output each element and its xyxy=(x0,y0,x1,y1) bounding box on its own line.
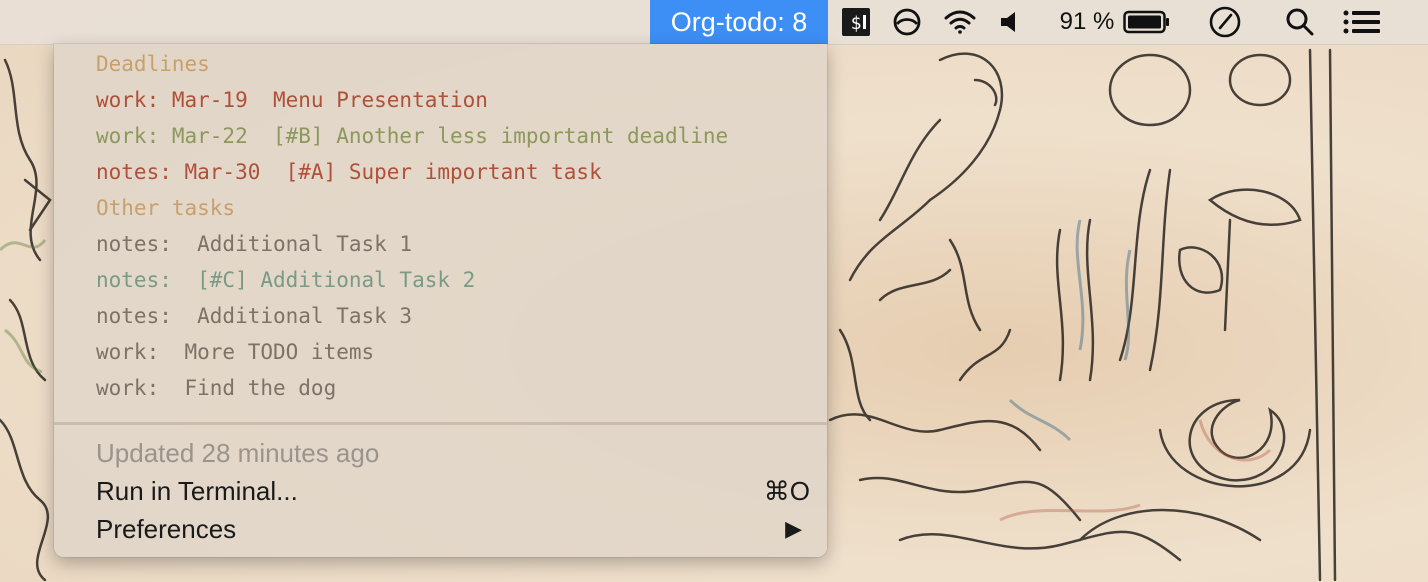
notification-center-icon[interactable] xyxy=(1340,0,1384,44)
creative-cloud-icon[interactable] xyxy=(888,0,926,44)
todo-item[interactable]: notes: Additional Task 1 xyxy=(96,226,728,262)
section-heading-other-tasks: Other tasks xyxy=(96,196,236,220)
terminal-icon[interactable]: $ xyxy=(838,0,874,44)
todo-item[interactable]: work: Mar-19 Menu Presentation xyxy=(96,82,728,118)
menu-bar: Org-todo: 8 $ 91 % xyxy=(0,0,1428,45)
battery-percentage[interactable]: 91 % xyxy=(1056,0,1118,44)
clock-icon[interactable] xyxy=(1204,0,1246,44)
preferences-label: Preferences xyxy=(96,514,237,544)
menu-actions: Updated 28 minutes ago Run in Terminal..… xyxy=(96,434,816,548)
todo-item[interactable]: notes: [#C] Additional Task 2 xyxy=(96,262,728,298)
battery-icon[interactable] xyxy=(1120,0,1174,44)
menu-separator xyxy=(54,422,827,425)
org-todo-label: Org-todo: 8 xyxy=(670,6,808,37)
preferences-menu-item[interactable]: Preferences ▶ xyxy=(96,510,816,548)
volume-icon[interactable] xyxy=(994,0,1026,44)
svg-text:$: $ xyxy=(851,13,862,34)
run-in-terminal-menu-item[interactable]: Run in Terminal... ⌘O xyxy=(96,472,816,510)
todo-item[interactable]: work: More TODO items xyxy=(96,334,728,370)
todo-item[interactable]: work: Find the dog xyxy=(96,370,728,406)
org-todo-dropdown-menu: Deadlines work: Mar-19 Menu Presentation… xyxy=(54,44,827,557)
submenu-arrow-icon: ▶ xyxy=(785,516,802,541)
org-todo-status-item[interactable]: Org-todo: 8 xyxy=(650,0,828,44)
wifi-icon[interactable] xyxy=(940,0,980,44)
updated-status: Updated 28 minutes ago xyxy=(96,434,816,472)
todo-list: Deadlines work: Mar-19 Menu Presentation… xyxy=(96,46,728,406)
section-heading-deadlines: Deadlines xyxy=(96,52,210,76)
run-in-terminal-shortcut: ⌘O xyxy=(763,476,810,506)
search-icon[interactable] xyxy=(1280,0,1320,44)
todo-item[interactable]: notes: Additional Task 3 xyxy=(96,298,728,334)
updated-status-text: Updated 28 minutes ago xyxy=(96,438,380,468)
todo-item[interactable]: work: Mar-22 [#B] Another less important… xyxy=(96,118,728,154)
battery-percentage-text: 91 % xyxy=(1059,8,1115,35)
run-in-terminal-label: Run in Terminal... xyxy=(96,476,298,506)
todo-item[interactable]: notes: Mar-30 [#A] Super important task xyxy=(96,154,728,190)
